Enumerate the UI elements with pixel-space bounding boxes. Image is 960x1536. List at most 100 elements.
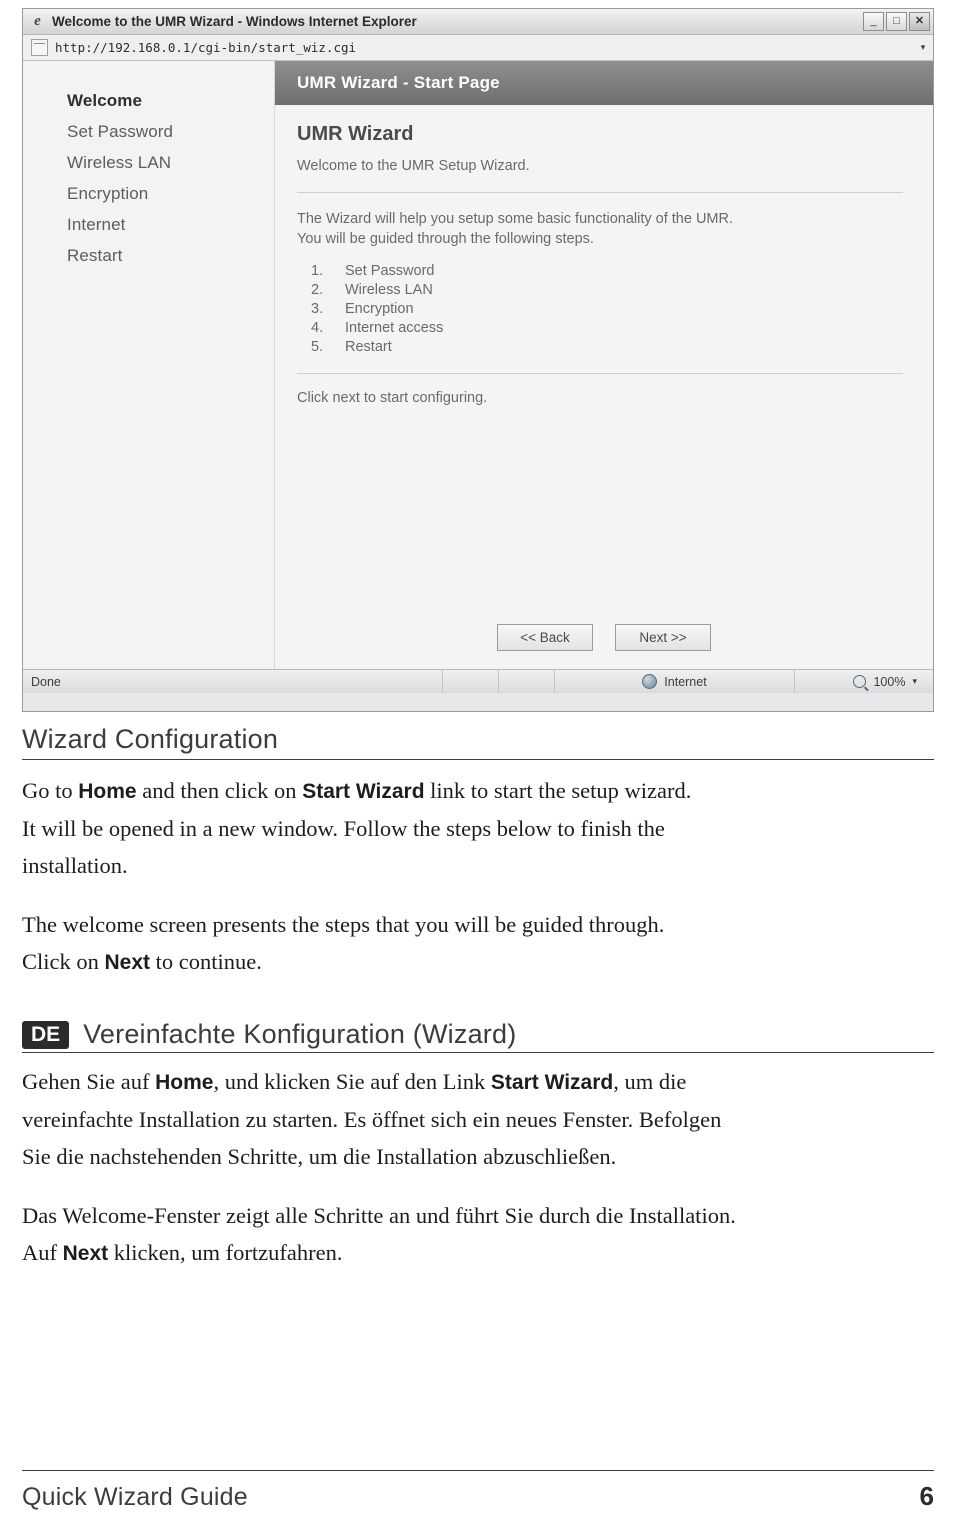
emphasis-home: Home bbox=[78, 780, 137, 803]
paragraph-en-2-line1: The welcome screen presents the steps th… bbox=[22, 912, 665, 937]
wizard-closing-text: Click next to start configuring. bbox=[297, 390, 488, 406]
step-label: Restart bbox=[345, 339, 392, 355]
sidebar-item-restart[interactable]: Restart bbox=[67, 246, 274, 266]
back-button[interactable]: << Back bbox=[497, 624, 593, 651]
emphasis-next: Next bbox=[104, 951, 151, 974]
paragraph-de-1-line3: Sie die nachstehenden Schritte, um die I… bbox=[22, 1144, 617, 1169]
wizard-intro-line-1: The Wizard will help you setup some basi… bbox=[297, 211, 733, 227]
browser-screenshot: e Welcome to the UMR Wizard - Windows In… bbox=[22, 8, 934, 712]
step-label: Wireless LAN bbox=[345, 282, 433, 298]
footer-title: Quick Wizard Guide bbox=[22, 1483, 248, 1511]
text-run: to continue. bbox=[150, 949, 262, 974]
text-run: klicken, um fortzufahren. bbox=[108, 1240, 343, 1265]
text-run: , um die bbox=[613, 1069, 687, 1094]
chevron-down-icon[interactable]: ▾ bbox=[915, 39, 931, 57]
status-text: Done bbox=[23, 670, 443, 693]
step-label: Encryption bbox=[345, 301, 414, 317]
section-rule-de bbox=[22, 1052, 934, 1053]
paragraph-en-1: Go to Home and then click on Start Wizar… bbox=[22, 774, 934, 808]
page-icon bbox=[31, 39, 48, 56]
emphasis-home-de: Home bbox=[155, 1071, 214, 1094]
text-run: and then click on bbox=[136, 778, 303, 803]
wizard-subheading: Welcome to the UMR Setup Wizard. bbox=[297, 158, 530, 174]
window-controls: _ □ ✕ bbox=[863, 12, 930, 31]
paragraph-de-1-line2: vereinfachte Installation zu starten. Es… bbox=[22, 1107, 722, 1132]
emphasis-start-wizard: Start Wizard bbox=[302, 780, 425, 803]
list-item: 3. Encryption bbox=[311, 301, 903, 317]
list-item: 5. Restart bbox=[311, 339, 903, 355]
emphasis-next-de: Next bbox=[62, 1242, 109, 1265]
wizard-main-panel: UMR Wizard - Start Page UMR Wizard Welco… bbox=[275, 61, 933, 669]
paragraph-en-2-line2: Click on Next to continue. bbox=[22, 945, 934, 979]
german-section-header: DE Vereinfachte Konfiguration (Wizard) bbox=[22, 1019, 934, 1050]
browser-status-bar: Done Internet 100% ▾ bbox=[23, 669, 933, 693]
language-badge-de: DE bbox=[22, 1020, 70, 1049]
security-zone[interactable]: Internet bbox=[555, 670, 795, 693]
step-number: 2. bbox=[311, 282, 324, 298]
sidebar-item-set-password[interactable]: Set Password bbox=[67, 122, 274, 142]
divider-bottom bbox=[297, 373, 903, 374]
footer-rule bbox=[22, 1470, 934, 1471]
text-run: link to start the setup wizard. bbox=[424, 778, 692, 803]
internet-explorer-icon: e bbox=[34, 13, 41, 29]
paragraph-de-2-line2: Auf Next klicken, um fortzufahren. bbox=[22, 1236, 934, 1270]
sidebar-item-internet[interactable]: Internet bbox=[67, 215, 274, 235]
list-item: 2. Wireless LAN bbox=[311, 282, 903, 298]
window-title: Welcome to the UMR Wizard - Windows Inte… bbox=[52, 14, 417, 29]
step-label: Set Password bbox=[345, 263, 435, 279]
text-run: Click on bbox=[22, 949, 105, 974]
divider-top bbox=[297, 192, 903, 193]
step-number: 5. bbox=[311, 339, 324, 355]
wizard-button-row: << Back Next >> bbox=[275, 624, 933, 651]
footer-row: Quick Wizard Guide 6 bbox=[22, 1481, 934, 1512]
security-zone-label: Internet bbox=[664, 674, 707, 689]
paragraph-en-1-line3: installation. bbox=[22, 853, 128, 878]
step-number: 4. bbox=[311, 320, 324, 336]
address-input[interactable]: http://192.168.0.1/cgi-bin/start_wiz.cgi bbox=[55, 40, 915, 55]
step-label: Internet access bbox=[345, 320, 444, 336]
sidebar-item-wireless-lan[interactable]: Wireless LAN bbox=[67, 153, 274, 173]
address-bar[interactable]: http://192.168.0.1/cgi-bin/start_wiz.cgi… bbox=[23, 35, 933, 61]
globe-icon bbox=[642, 674, 658, 689]
sidebar-item-encryption[interactable]: Encryption bbox=[67, 184, 274, 204]
german-section-title: Vereinfachte Konfiguration (Wizard) bbox=[83, 1019, 517, 1049]
wizard-heading: UMR Wizard bbox=[297, 123, 414, 145]
page-title: Wizard Configuration bbox=[22, 724, 279, 754]
browser-title-bar: e Welcome to the UMR Wizard - Windows In… bbox=[23, 9, 933, 35]
zoom-level: 100% bbox=[873, 674, 906, 689]
zoom-control[interactable]: 100% ▾ bbox=[795, 670, 933, 693]
list-item: 1. Set Password bbox=[311, 263, 903, 279]
page-footer: Quick Wizard Guide 6 bbox=[22, 1470, 934, 1512]
text-run: Auf bbox=[22, 1240, 63, 1265]
step-number: 1. bbox=[311, 263, 324, 279]
paragraph-de-2-line1: Das Welcome-Fenster zeigt alle Schritte … bbox=[22, 1203, 736, 1228]
wizard-page-header: UMR Wizard - Start Page bbox=[275, 61, 933, 105]
sidebar-item-welcome[interactable]: Welcome bbox=[67, 91, 274, 111]
paragraph-spacer-de bbox=[22, 1177, 934, 1199]
wizard-step-list: 1. Set Password 2. Wireless LAN 3. Encry… bbox=[311, 263, 903, 355]
step-number: 3. bbox=[311, 301, 324, 317]
magnifier-icon bbox=[853, 675, 867, 688]
paragraph-de-1: Gehen Sie auf Home, und klicken Sie auf … bbox=[22, 1065, 934, 1099]
paragraph-spacer-en bbox=[22, 886, 934, 908]
document-body: Wizard Configuration Go to Home and then… bbox=[22, 724, 934, 1274]
status-cell-blank-2 bbox=[499, 670, 555, 693]
paragraph-en-1-line2: It will be opened in a new window. Follo… bbox=[22, 816, 665, 841]
page-number: 6 bbox=[919, 1481, 934, 1511]
text-run: Go to bbox=[22, 778, 79, 803]
wizard-content: UMR Wizard Welcome to the UMR Setup Wiza… bbox=[275, 105, 933, 408]
text-run: Gehen Sie auf bbox=[22, 1069, 156, 1094]
close-button[interactable]: ✕ bbox=[909, 12, 930, 31]
status-cell-blank-1 bbox=[443, 670, 499, 693]
browser-viewport: Welcome Set Password Wireless LAN Encryp… bbox=[23, 61, 933, 669]
emphasis-start-wizard-de: Start Wizard bbox=[490, 1071, 614, 1094]
maximize-button[interactable]: □ bbox=[886, 12, 907, 31]
text-run: , und klicken Sie auf den Link bbox=[213, 1069, 491, 1094]
minimize-button[interactable]: _ bbox=[863, 12, 884, 31]
section-rule-en bbox=[22, 759, 934, 760]
wizard-intro-line-2: You will be guided through the following… bbox=[297, 231, 594, 247]
wizard-sidebar: Welcome Set Password Wireless LAN Encryp… bbox=[23, 61, 275, 669]
list-item: 4. Internet access bbox=[311, 320, 903, 336]
chevron-down-icon[interactable]: ▾ bbox=[912, 676, 917, 687]
next-button[interactable]: Next >> bbox=[615, 624, 711, 651]
